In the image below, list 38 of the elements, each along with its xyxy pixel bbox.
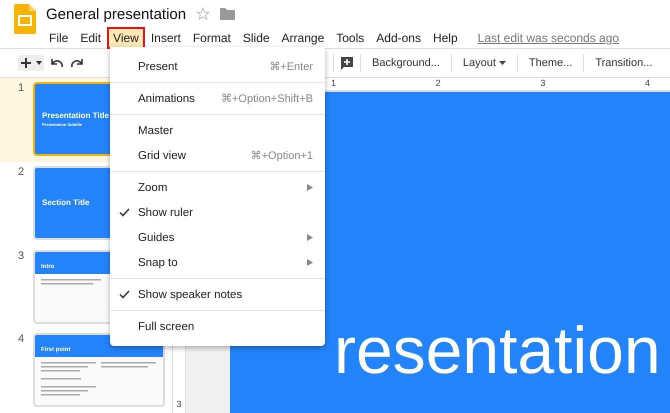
- plus-icon: [20, 57, 32, 69]
- slide-number: 4: [17, 333, 26, 348]
- menu-item[interactable]: Insert: [144, 27, 187, 49]
- ruler-number: 2: [436, 78, 441, 90]
- menu-item[interactable]: Slide: [236, 27, 276, 49]
- ruler-number: 3: [176, 399, 182, 409]
- add-comment-icon[interactable]: [340, 56, 354, 70]
- menu-item[interactable]: Arrange: [276, 27, 330, 49]
- toolbar-button[interactable]: Background...: [367, 54, 445, 72]
- new-slide-button[interactable]: [18, 55, 44, 71]
- menu-item[interactable]: View: [107, 27, 145, 49]
- slide-number: 1: [17, 82, 26, 96]
- ruler-number: 4: [644, 78, 650, 90]
- menu-item[interactable]: Help: [426, 27, 464, 49]
- ruler-number: 3: [540, 78, 546, 90]
- slide-number: 2: [17, 166, 26, 180]
- menu-item[interactable]: Format: [186, 27, 237, 49]
- menu-item[interactable]: Add-ons: [370, 27, 427, 49]
- menu-item[interactable]: File: [43, 27, 74, 49]
- ruler-number: 1: [331, 78, 336, 90]
- slide-title: resentation: [334, 317, 661, 383]
- folder-icon[interactable]: [220, 8, 236, 20]
- slide-title: Section Title: [42, 198, 90, 208]
- last-edit-link[interactable]: Last edit was seconds ago: [478, 31, 620, 45]
- toolbar-button[interactable]: Theme...: [524, 54, 578, 72]
- slide-number: 3: [17, 250, 26, 264]
- caret-icon: [36, 61, 42, 65]
- document-title[interactable]: General presentation: [46, 6, 186, 22]
- toolbar-button[interactable]: Transition...: [590, 54, 658, 72]
- toolbar-button[interactable]: Layout: [458, 54, 511, 72]
- menu-option[interactable]: Present ⌘+Enter: [110, 54, 325, 79]
- slide-title: Presentation Title: [42, 111, 110, 120]
- text-lines-drawing: [41, 278, 101, 284]
- menu-item[interactable]: Tools: [330, 27, 370, 49]
- star-icon[interactable]: [196, 7, 210, 21]
- undo-icon[interactable]: [50, 58, 64, 68]
- menu-item[interactable]: Edit: [74, 27, 108, 49]
- redo-icon[interactable]: [70, 58, 84, 68]
